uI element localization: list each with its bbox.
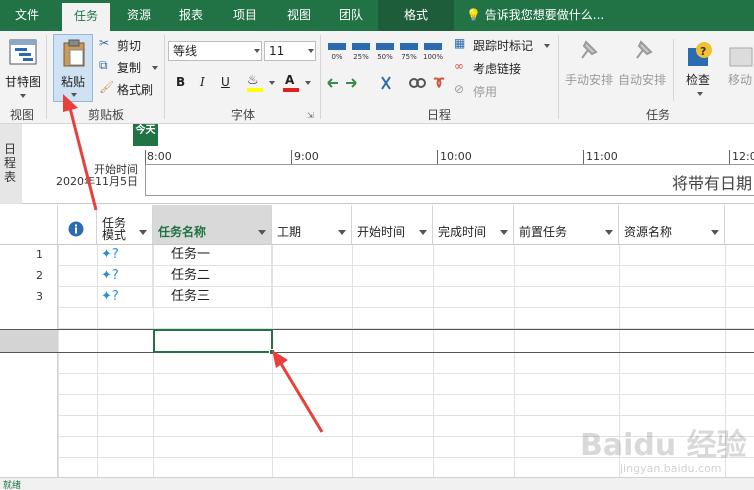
- arrow-to-paste: [63, 94, 98, 211]
- project-window: { "tabs": [ {"label": "文件", "key": "file…: [0, 0, 754, 490]
- status-text: 就绪: [3, 481, 22, 490]
- watermark-sub: jingyan.baidu.com: [620, 462, 722, 475]
- annotation-arrows: [63, 94, 324, 433]
- arrow-to-selected-cell: [272, 350, 324, 433]
- watermark: Baidu 经验: [580, 428, 747, 463]
- status-bar: 就绪: [0, 477, 754, 490]
